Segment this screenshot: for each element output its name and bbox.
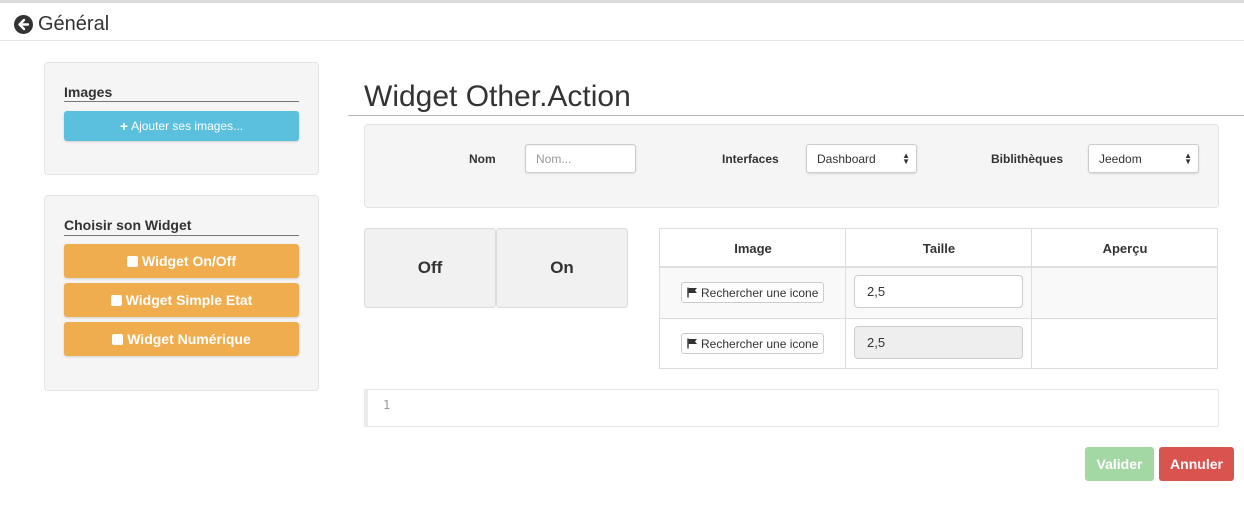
libraries-label: Biblithèques	[991, 152, 1064, 166]
images-panel: Images + Ajouter ses images...	[44, 62, 319, 175]
sort-caret-icon: ▲ ▼	[1184, 151, 1192, 166]
table-header-divider	[660, 266, 1217, 268]
widget-onoff-label: Widget On/Off	[142, 253, 236, 269]
name-label: Nom	[469, 152, 496, 166]
interfaces-select[interactable]: Dashboard ▲ ▼	[806, 144, 917, 173]
line-number: 1	[383, 398, 391, 412]
libraries-select[interactable]: Jeedom ▲ ▼	[1088, 144, 1199, 173]
choose-widget-title: Choisir son Widget	[64, 217, 192, 233]
search-icon-label: Rechercher une icone	[701, 336, 819, 351]
flag-icon	[687, 338, 697, 349]
title-divider	[348, 115, 1244, 116]
validate-button[interactable]: Valider	[1085, 447, 1154, 481]
widget-onoff-button[interactable]: Widget On/Off	[64, 244, 299, 278]
images-divider	[64, 101, 299, 102]
sort-caret-icon: ▲ ▼	[902, 151, 910, 166]
page-header: Général	[0, 3, 1244, 41]
search-icon-button[interactable]: Rechercher une icone	[681, 333, 825, 354]
choose-widget-divider	[64, 235, 299, 236]
widget-simple-etat-button[interactable]: Widget Simple Etat	[64, 283, 299, 317]
table-col-divider	[1031, 229, 1032, 368]
table-row-divider	[660, 318, 1217, 319]
cancel-button[interactable]: Annuler	[1159, 447, 1234, 481]
state-tab-on[interactable]: On	[496, 228, 628, 308]
widget-numerique-button[interactable]: Widget Numérique	[64, 322, 299, 356]
widget-form: Nom Nom... Interfaces Dashboard ▲ ▼ Bibli…	[364, 124, 1219, 208]
interfaces-value: Dashboard	[817, 151, 876, 166]
search-icon-button[interactable]: Rechercher une icone	[681, 282, 825, 303]
add-images-button[interactable]: + Ajouter ses images...	[64, 111, 299, 141]
search-icon-label: Rechercher une icone	[701, 285, 819, 300]
back-label: Général	[38, 13, 110, 35]
square-icon	[112, 333, 124, 345]
table-header-preview: Aperçu	[1102, 240, 1148, 256]
icon-table: Image Taille Aperçu Rechercher une icone…	[659, 228, 1218, 369]
size-input-disabled: 2,5	[854, 326, 1023, 359]
table-col-divider	[845, 229, 846, 368]
arrow-circle-left-icon	[14, 14, 33, 34]
add-images-label: Ajouter ses images...	[131, 119, 244, 133]
square-icon	[127, 255, 139, 267]
choose-widget-panel: Choisir son Widget Widget On/Off Widget …	[44, 195, 319, 391]
table-header-image: Image	[734, 240, 772, 256]
plus-icon: +	[119, 118, 129, 134]
square-icon	[110, 294, 122, 306]
widget-numerique-label: Widget Numérique	[127, 331, 251, 347]
code-editor[interactable]: 1	[364, 389, 1219, 427]
widget-simple-etat-label: Widget Simple Etat	[125, 292, 253, 308]
libraries-value: Jeedom	[1099, 151, 1142, 166]
page-title: Widget Other.Action	[364, 80, 631, 113]
images-title: Images	[64, 84, 113, 100]
interfaces-label: Interfaces	[722, 152, 779, 166]
table-header-size: Taille	[922, 240, 956, 256]
back-link[interactable]: Général	[14, 14, 109, 34]
name-input[interactable]: Nom...	[525, 144, 636, 173]
state-tab-off[interactable]: Off	[364, 228, 496, 308]
code-gutter	[365, 390, 368, 426]
size-input[interactable]: 2,5	[854, 275, 1023, 308]
flag-icon	[687, 287, 697, 298]
